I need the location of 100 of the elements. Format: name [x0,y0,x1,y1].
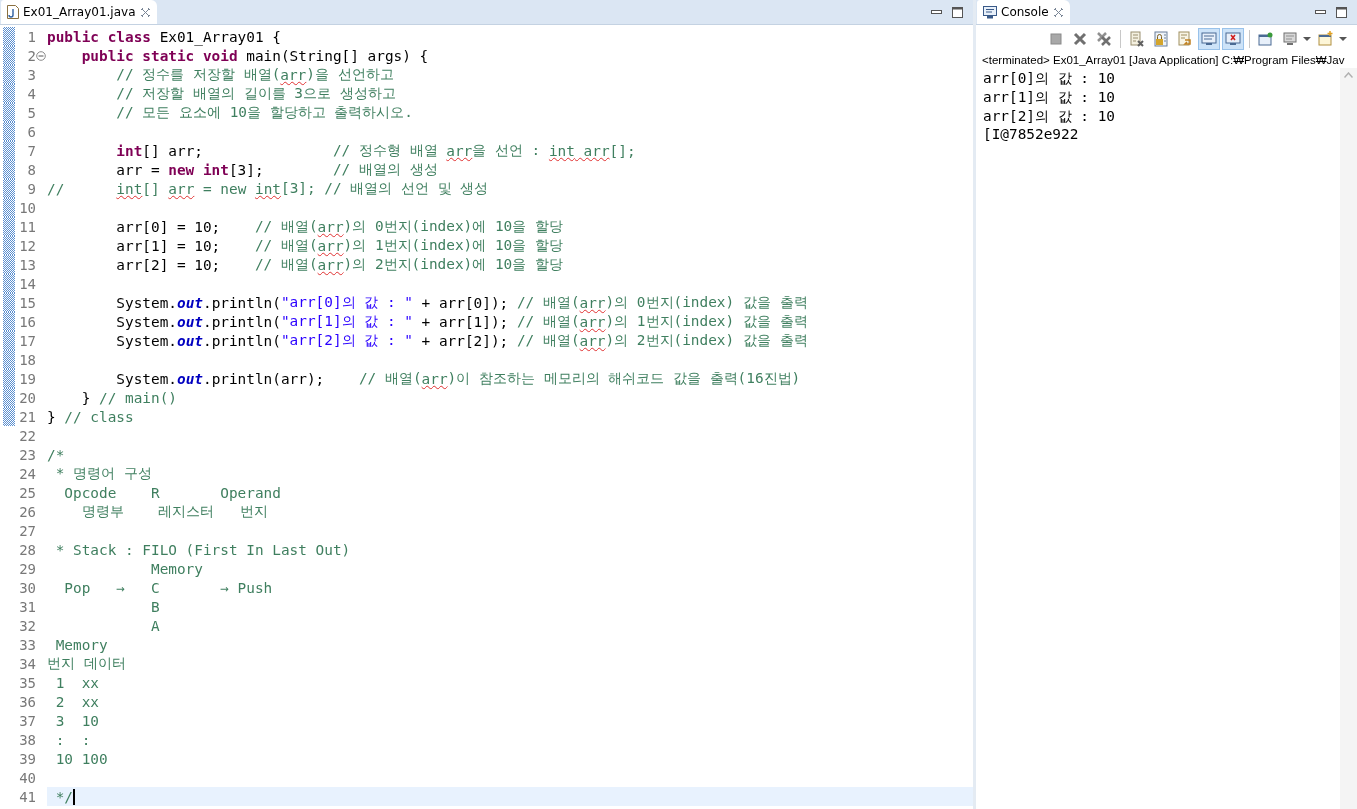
code-line: System.out.println("arr[1]의 값 : " + arr[1]); // 배열(arr)의 1번지(index) 값을 출력 [115,312,809,331]
line-number: 6 [26,123,36,140]
line-number: 21 [18,408,36,425]
line-number: 36 [18,693,36,710]
line-number: 5 [26,104,36,121]
code-line: B [149,597,161,616]
code-line: arr = new int[3]; // 배열의 생성 [115,160,439,179]
code-line: } // main() [80,388,178,407]
new-console-icon [1318,30,1334,47]
line-number: 15 [18,294,36,311]
close-icon[interactable] [139,6,151,18]
console-output-line: [I@7852e922 [983,126,1080,144]
line-number: 24 [18,465,36,482]
line-number: 18 [18,351,36,368]
code-line: 2 xx [54,692,100,711]
scrollbar[interactable] [1340,68,1357,809]
line-number: 8 [26,161,36,178]
line-number: 12 [18,237,36,254]
code-line: Memory [54,635,109,654]
line-number: 28 [18,541,36,558]
code-line: System.out.println(arr); // 배열(arr)이 참조하는 메모리의 해쉬코드 값을 출력(16진법) [115,369,802,388]
code-line: arr[0] = 10; // 배열(arr)의 0번지(index)에 10을 할당 [115,217,564,236]
line-number: 27 [18,522,36,539]
console-output-icon [1201,30,1217,47]
line-number: 29 [18,560,36,577]
collapse-icon[interactable] [36,50,46,61]
code-line: arr[2] = 10; // 배열(arr)의 2번지(index)에 10을 할당 [115,255,564,274]
code-line: // int[] arr = new int[3]; // 배열의 선언 및 생성 [47,179,490,198]
code-line: 명령부 레지스터 번지 [80,502,270,521]
scroll-lock-icon [1153,30,1169,47]
code-line: System.out.println("arr[0]의 값 : " + arr[0]); // 배열(arr)의 0번지(index) 값을 출력 [115,293,809,312]
console-output-line: arr[0]의 값 : 10 [983,69,1116,88]
code-line: 3 10 [54,711,100,730]
caret-icon [1339,36,1347,41]
monitor-icon [1282,30,1298,47]
console-output-line: arr[2]의 값 : 10 [983,107,1116,126]
code-line: public static void main(String[] args) { [80,46,430,65]
tab[interactable]: Ex01_Array01.java [1,0,157,24]
console-error-icon [1225,30,1241,47]
line-number: 20 [18,389,36,406]
code-line: A [149,616,161,635]
line-number: 25 [18,484,36,501]
code-line: // 정수를 저장할 배열(arr)을 선언하고 [115,65,395,84]
line-number: 32 [18,617,36,634]
word-wrap-icon [1177,30,1193,47]
maximize-icon[interactable] [952,6,963,18]
caret-icon [1303,36,1311,41]
line-number: 10 [18,199,36,216]
line-number: 3 [26,66,36,83]
line-number: 13 [18,256,36,273]
code-line: 10 100 [54,749,109,768]
code-line: Memory [149,559,204,578]
line-number: 33 [18,636,36,653]
pin-console-icon [1258,30,1274,47]
code-line: // 모든 요소에 10을 할당하고 출력하시오. [115,103,414,122]
clear-console-icon [1129,30,1145,47]
console-icon [983,5,997,19]
stop-icon [1048,30,1064,47]
code-line: /* [47,445,66,464]
line-number: 31 [18,598,36,615]
maximize-icon[interactable] [1336,6,1347,18]
line-number: 41 [18,788,36,805]
line-number: 26 [18,503,36,520]
code-line: int[] arr; // 정수형 배열 arr을 선언 : int arr[]; [115,141,637,160]
code-line: arr[1] = 10; // 배열(arr)의 1번지(index)에 10을 할당 [115,236,564,255]
code-line: 1 xx [54,673,100,692]
line-number: 23 [18,446,36,463]
line-number: 35 [18,674,36,691]
line-number: 19 [18,370,36,387]
line-number: 34 [18,655,36,672]
code-line: * Stack : FILO (First In Last Out) [54,540,352,559]
remove-icon [1072,30,1088,47]
toolbar-button[interactable] [1222,27,1244,50]
code-line: System.out.println("arr[2]의 값 : " + arr[2]); // 배열(arr)의 2번지(index) 값을 출력 [115,331,809,350]
line-number: 2 [26,47,36,64]
remove-all-icon [1096,30,1112,47]
minimize-icon[interactable] [931,9,942,15]
close-icon[interactable] [1052,6,1064,18]
code-line: public class Ex01_Array01 { [47,27,282,46]
code-line: // 저장할 배열의 길이를 3으로 생성하고 [115,84,397,103]
line-number: 14 [18,275,36,292]
line-number: 1 [26,28,36,45]
java-file-icon [7,5,19,19]
minimize-icon[interactable] [1315,9,1326,15]
code-line: : : [54,730,92,749]
line-number: 39 [18,750,36,767]
line-number: 7 [26,142,36,159]
line-number: 4 [26,85,36,102]
line-number: 40 [18,769,36,786]
code-line: 번지 데이터 [47,654,127,673]
process-status: <terminated> Ex01_Array01 [Java Application] C:₩Program Files₩Jav [981,53,1345,68]
tab[interactable]: Console [977,0,1070,24]
code-line: Opcode R Operand [63,483,282,502]
line-number: 16 [18,313,36,330]
line-number: 38 [18,731,36,748]
toolbar-button[interactable] [1198,27,1220,50]
line-number: 37 [18,712,36,729]
line-number: 9 [26,180,36,197]
code-line: Pop → C → Push [63,578,274,597]
line-number: 30 [18,579,36,596]
